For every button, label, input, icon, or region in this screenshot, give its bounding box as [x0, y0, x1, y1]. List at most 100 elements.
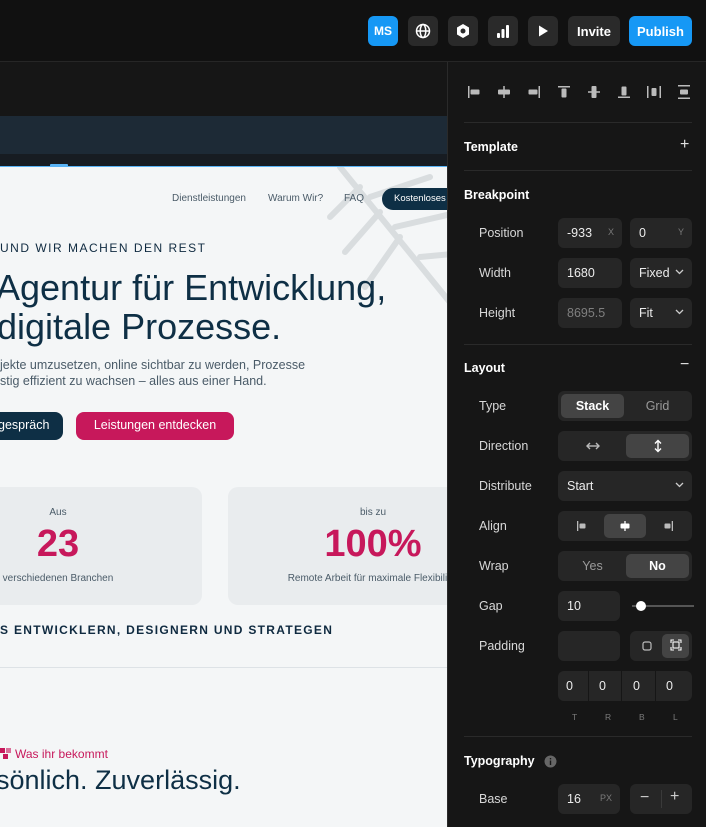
height-mode-value: Fit	[639, 306, 653, 320]
preview-button[interactable]	[528, 16, 558, 46]
arrows-horizontal-icon	[585, 442, 600, 450]
align-toggle	[558, 511, 692, 541]
panel-separator	[464, 736, 692, 737]
nav-link-why-us[interactable]: Warum Wir?	[268, 193, 323, 204]
panel-separator	[464, 122, 692, 123]
padding-bottom-caption: B	[639, 712, 645, 722]
section-kicker: Was ihr bekommt	[0, 747, 108, 761]
user-avatar[interactable]: MS	[368, 16, 398, 46]
gap-input[interactable]: 10	[558, 591, 620, 621]
top-bar: MS Invite Publish	[0, 0, 706, 62]
chevron-down-icon	[675, 482, 684, 488]
height-input[interactable]: 8695.5	[558, 298, 622, 328]
align-center-h-icon[interactable]	[494, 82, 514, 102]
align-left-icon[interactable]	[464, 82, 484, 102]
add-template-button[interactable]: +	[680, 136, 689, 154]
stat-value: 100%	[324, 523, 422, 565]
position-y-value: 0	[639, 226, 646, 240]
stat-card-remote: bis zu 100% Remote Arbeit für maximale F…	[228, 487, 447, 605]
padding-top-input[interactable]: 0	[558, 671, 589, 701]
base-size-input[interactable]: 16 PX	[558, 784, 620, 814]
type-label: Type	[479, 399, 507, 413]
direction-horizontal[interactable]	[561, 434, 624, 458]
settings-button[interactable]	[448, 16, 478, 46]
height-mode-select[interactable]: Fit	[630, 298, 692, 328]
square-icon	[641, 641, 652, 651]
padding-left-caption: L	[673, 712, 678, 722]
hero-title-line-1: Agentur für Entwicklung,	[0, 267, 387, 308]
padding-all-input[interactable]	[558, 631, 620, 661]
padding-mode-toggle	[630, 631, 692, 661]
align-label: Align	[479, 519, 507, 533]
globe-button[interactable]	[408, 16, 438, 46]
website-preview[interactable]: Dienstleistungen Warum Wir? FAQ Kostenlo…	[0, 166, 447, 827]
direction-toggle	[558, 431, 692, 461]
type-option-grid[interactable]: Grid	[626, 394, 689, 418]
distribute-horizontal-icon[interactable]	[644, 82, 664, 102]
nav-cta-button[interactable]: Kostenloses	[382, 188, 447, 210]
panel-separator	[464, 344, 692, 345]
section-kicker-text: Was ihr bekommt	[15, 747, 108, 761]
wrap-option-yes[interactable]: Yes	[561, 554, 624, 578]
padding-bottom-input[interactable]: 0	[625, 671, 656, 701]
hero-lead-line-1: jekte umzusetzen, online sichtbar zu wer…	[0, 358, 306, 372]
invite-button[interactable]: Invite	[568, 16, 620, 46]
design-canvas[interactable]: Dienstleistungen Warum Wir? FAQ Kostenlo…	[0, 62, 447, 827]
increase-button[interactable]: +	[670, 788, 679, 806]
hero-eyebrow: UND WIR MACHEN DEN REST	[0, 241, 207, 255]
distribute-vertical-icon[interactable]	[674, 82, 694, 102]
wrap-toggle: Yes No	[558, 551, 692, 581]
globe-icon	[415, 23, 431, 39]
padding-right-input[interactable]: 0	[591, 671, 622, 701]
align-middle-icon[interactable]	[584, 82, 604, 102]
typography-section-title: Typography	[464, 754, 535, 768]
padding-individual-option[interactable]	[662, 634, 689, 658]
align-end-option[interactable]	[647, 514, 689, 538]
align-bottom-icon[interactable]	[614, 82, 634, 102]
distribute-label: Distribute	[479, 479, 532, 493]
analytics-button[interactable]	[488, 16, 518, 46]
type-option-stack[interactable]: Stack	[561, 394, 624, 418]
width-mode-value: Fixed	[639, 266, 670, 280]
puzzle-icon	[0, 748, 11, 759]
consultation-button[interactable]: gespräch	[0, 412, 63, 440]
position-x-input[interactable]: -933 X	[558, 218, 622, 248]
template-section-title: Template	[464, 140, 518, 154]
align-right-icon[interactable]	[524, 82, 544, 102]
services-button[interactable]: Leistungen entdecken	[76, 412, 234, 440]
publish-button[interactable]: Publish	[629, 16, 692, 46]
base-size-label: Base	[479, 792, 508, 806]
section-title: sönlich. Zuverlässig.	[0, 765, 241, 795]
alignment-toolbar	[464, 82, 694, 102]
nav-link-faq[interactable]: FAQ	[344, 193, 364, 204]
nav-link-services[interactable]: Dienstleistungen	[172, 193, 246, 204]
layout-type-toggle: Stack Grid	[558, 391, 692, 421]
position-y-unit: Y	[677, 227, 684, 237]
gap-slider-thumb[interactable]	[636, 601, 646, 611]
distribute-select[interactable]: Start	[558, 471, 692, 501]
chevron-down-icon	[675, 269, 684, 275]
width-input[interactable]: 1680	[558, 258, 622, 288]
collapse-layout-button[interactable]: −	[680, 356, 689, 374]
hero-lead-line-2: stig effizient zu wachsen – alles aus ei…	[0, 374, 267, 388]
decrease-button[interactable]: −	[640, 789, 649, 807]
align-top-icon[interactable]	[554, 82, 574, 102]
align-start-option[interactable]	[561, 514, 603, 538]
info-icon[interactable]	[544, 755, 557, 768]
breakpoint-section-title: Breakpoint	[464, 188, 530, 202]
wrap-option-no[interactable]: No	[626, 554, 689, 578]
direction-vertical[interactable]	[626, 434, 689, 458]
chevron-down-icon	[675, 309, 684, 315]
position-y-input[interactable]: 0Y	[630, 218, 692, 248]
align-center-icon	[620, 521, 630, 531]
padding-sides-icon	[669, 639, 682, 651]
stat-value: 23	[36, 523, 80, 565]
stat-card-industries: Aus 23 verschiedenen Branchen	[0, 487, 202, 605]
padding-left-input[interactable]: 0	[658, 671, 689, 701]
width-mode-select[interactable]: Fixed	[630, 258, 692, 288]
properties-panel: Template + Breakpoint Position -933 X 0Y …	[447, 62, 706, 827]
align-end-icon	[664, 521, 673, 531]
padding-uniform-option[interactable]	[633, 634, 660, 658]
position-x-value: -933	[567, 226, 593, 240]
align-center-option[interactable]	[604, 514, 646, 538]
